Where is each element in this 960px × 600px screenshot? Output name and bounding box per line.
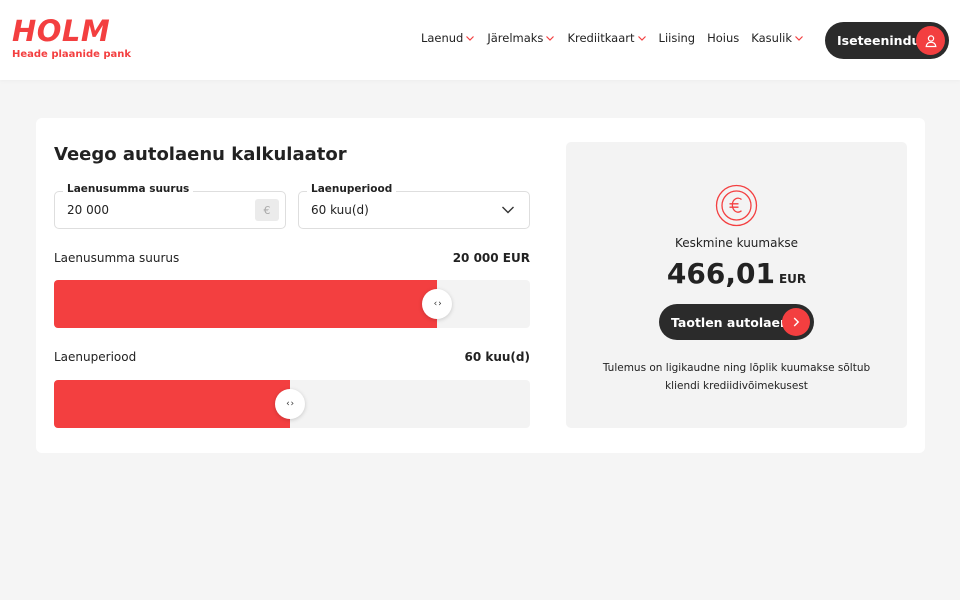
payment-value: 466,01	[666, 257, 775, 290]
chevron-down-icon	[466, 36, 475, 41]
calculator-card: Veego autolaenu kalkulaator Laenusumma s…	[36, 118, 925, 453]
amount-slider-label: Laenusumma suurus	[54, 251, 180, 265]
nav-item-laenud[interactable]: Laenud	[421, 31, 475, 45]
apply-car-loan-button[interactable]: Taotlen autolaenu	[659, 304, 814, 340]
result-panel: Keskmine kuumakse 466,01 EUR Taotlen auto…	[566, 142, 907, 428]
amount-slider-value: 20 000 EUR	[452, 251, 530, 265]
logo-wordmark: HOLM	[12, 14, 111, 48]
loan-amount-input[interactable]	[67, 192, 247, 228]
main-nav: Laenud Järelmaks Krediitkaart Liising Ho…	[421, 31, 804, 45]
nav-item-liising[interactable]: Liising	[659, 31, 696, 45]
slider-fill	[54, 380, 290, 428]
chevron-down-icon	[546, 36, 555, 41]
loan-amount-slider[interactable]: ‹ ›	[54, 280, 530, 328]
chevron-right-icon	[782, 308, 810, 336]
user-icon	[916, 26, 945, 55]
period-slider-label: Laenuperiood	[54, 350, 137, 364]
nav-item-label: Laenud	[420, 31, 464, 45]
apply-button-label: Taotlen autolaenu	[671, 314, 798, 330]
monthly-payment-label: Keskmine kuumakse	[674, 236, 799, 250]
slider-thumb[interactable]: ‹ ›	[422, 289, 453, 319]
self-service-label: Iseteenindus	[837, 33, 928, 48]
nav-item-label: Krediitkaart	[567, 31, 635, 45]
nav-item-kasulik[interactable]: Kasulik	[751, 31, 804, 45]
nav-item-label: Hoius	[707, 31, 740, 45]
chevron-down-icon	[637, 36, 646, 41]
payment-currency: EUR	[778, 272, 807, 286]
nav-item-hoius[interactable]: Hoius	[707, 31, 739, 45]
euro-unit-icon: €	[255, 199, 279, 221]
nav-item-krediitkaart[interactable]: Krediitkaart	[567, 31, 646, 45]
calculator-title: Veego autolaenu kalkulaator	[54, 144, 347, 165]
chevron-down-icon	[502, 206, 514, 214]
nav-item-jarelmaks[interactable]: Järelmaks	[487, 31, 555, 45]
euro-icon	[715, 184, 758, 227]
loan-period-slider[interactable]: ‹ ›	[54, 380, 530, 428]
loan-period-label: Laenuperiood	[307, 183, 397, 195]
result-disclaimer: Tulemus on ligikaudne ning lõplik kuumak…	[602, 362, 871, 392]
monthly-payment-amount: 466,01 EUR	[566, 257, 907, 290]
nav-item-label: Kasulik	[751, 31, 792, 45]
loan-period-value: 60 kuu(d)	[311, 203, 369, 217]
loan-period-select[interactable]: Laenuperiood 60 kuu(d)	[298, 183, 530, 229]
chevron-down-icon	[795, 36, 803, 41]
logo-tagline: Heade plaanide pank	[12, 49, 132, 60]
loan-amount-field[interactable]: Laenusumma suurus €	[54, 183, 286, 229]
period-slider-value: 60 kuu(d)	[464, 350, 530, 364]
nav-item-label: Liising	[658, 31, 696, 45]
self-service-button[interactable]: Iseteenindus	[825, 22, 949, 59]
site-header: HOLM Heade plaanide pank Laenud Järelmak…	[0, 0, 960, 80]
slider-fill	[54, 280, 438, 328]
nav-item-label: Järelmaks	[487, 31, 544, 45]
slider-thumb[interactable]: ‹ ›	[274, 389, 305, 419]
holm-logo[interactable]: HOLM Heade plaanide pank	[12, 15, 131, 60]
